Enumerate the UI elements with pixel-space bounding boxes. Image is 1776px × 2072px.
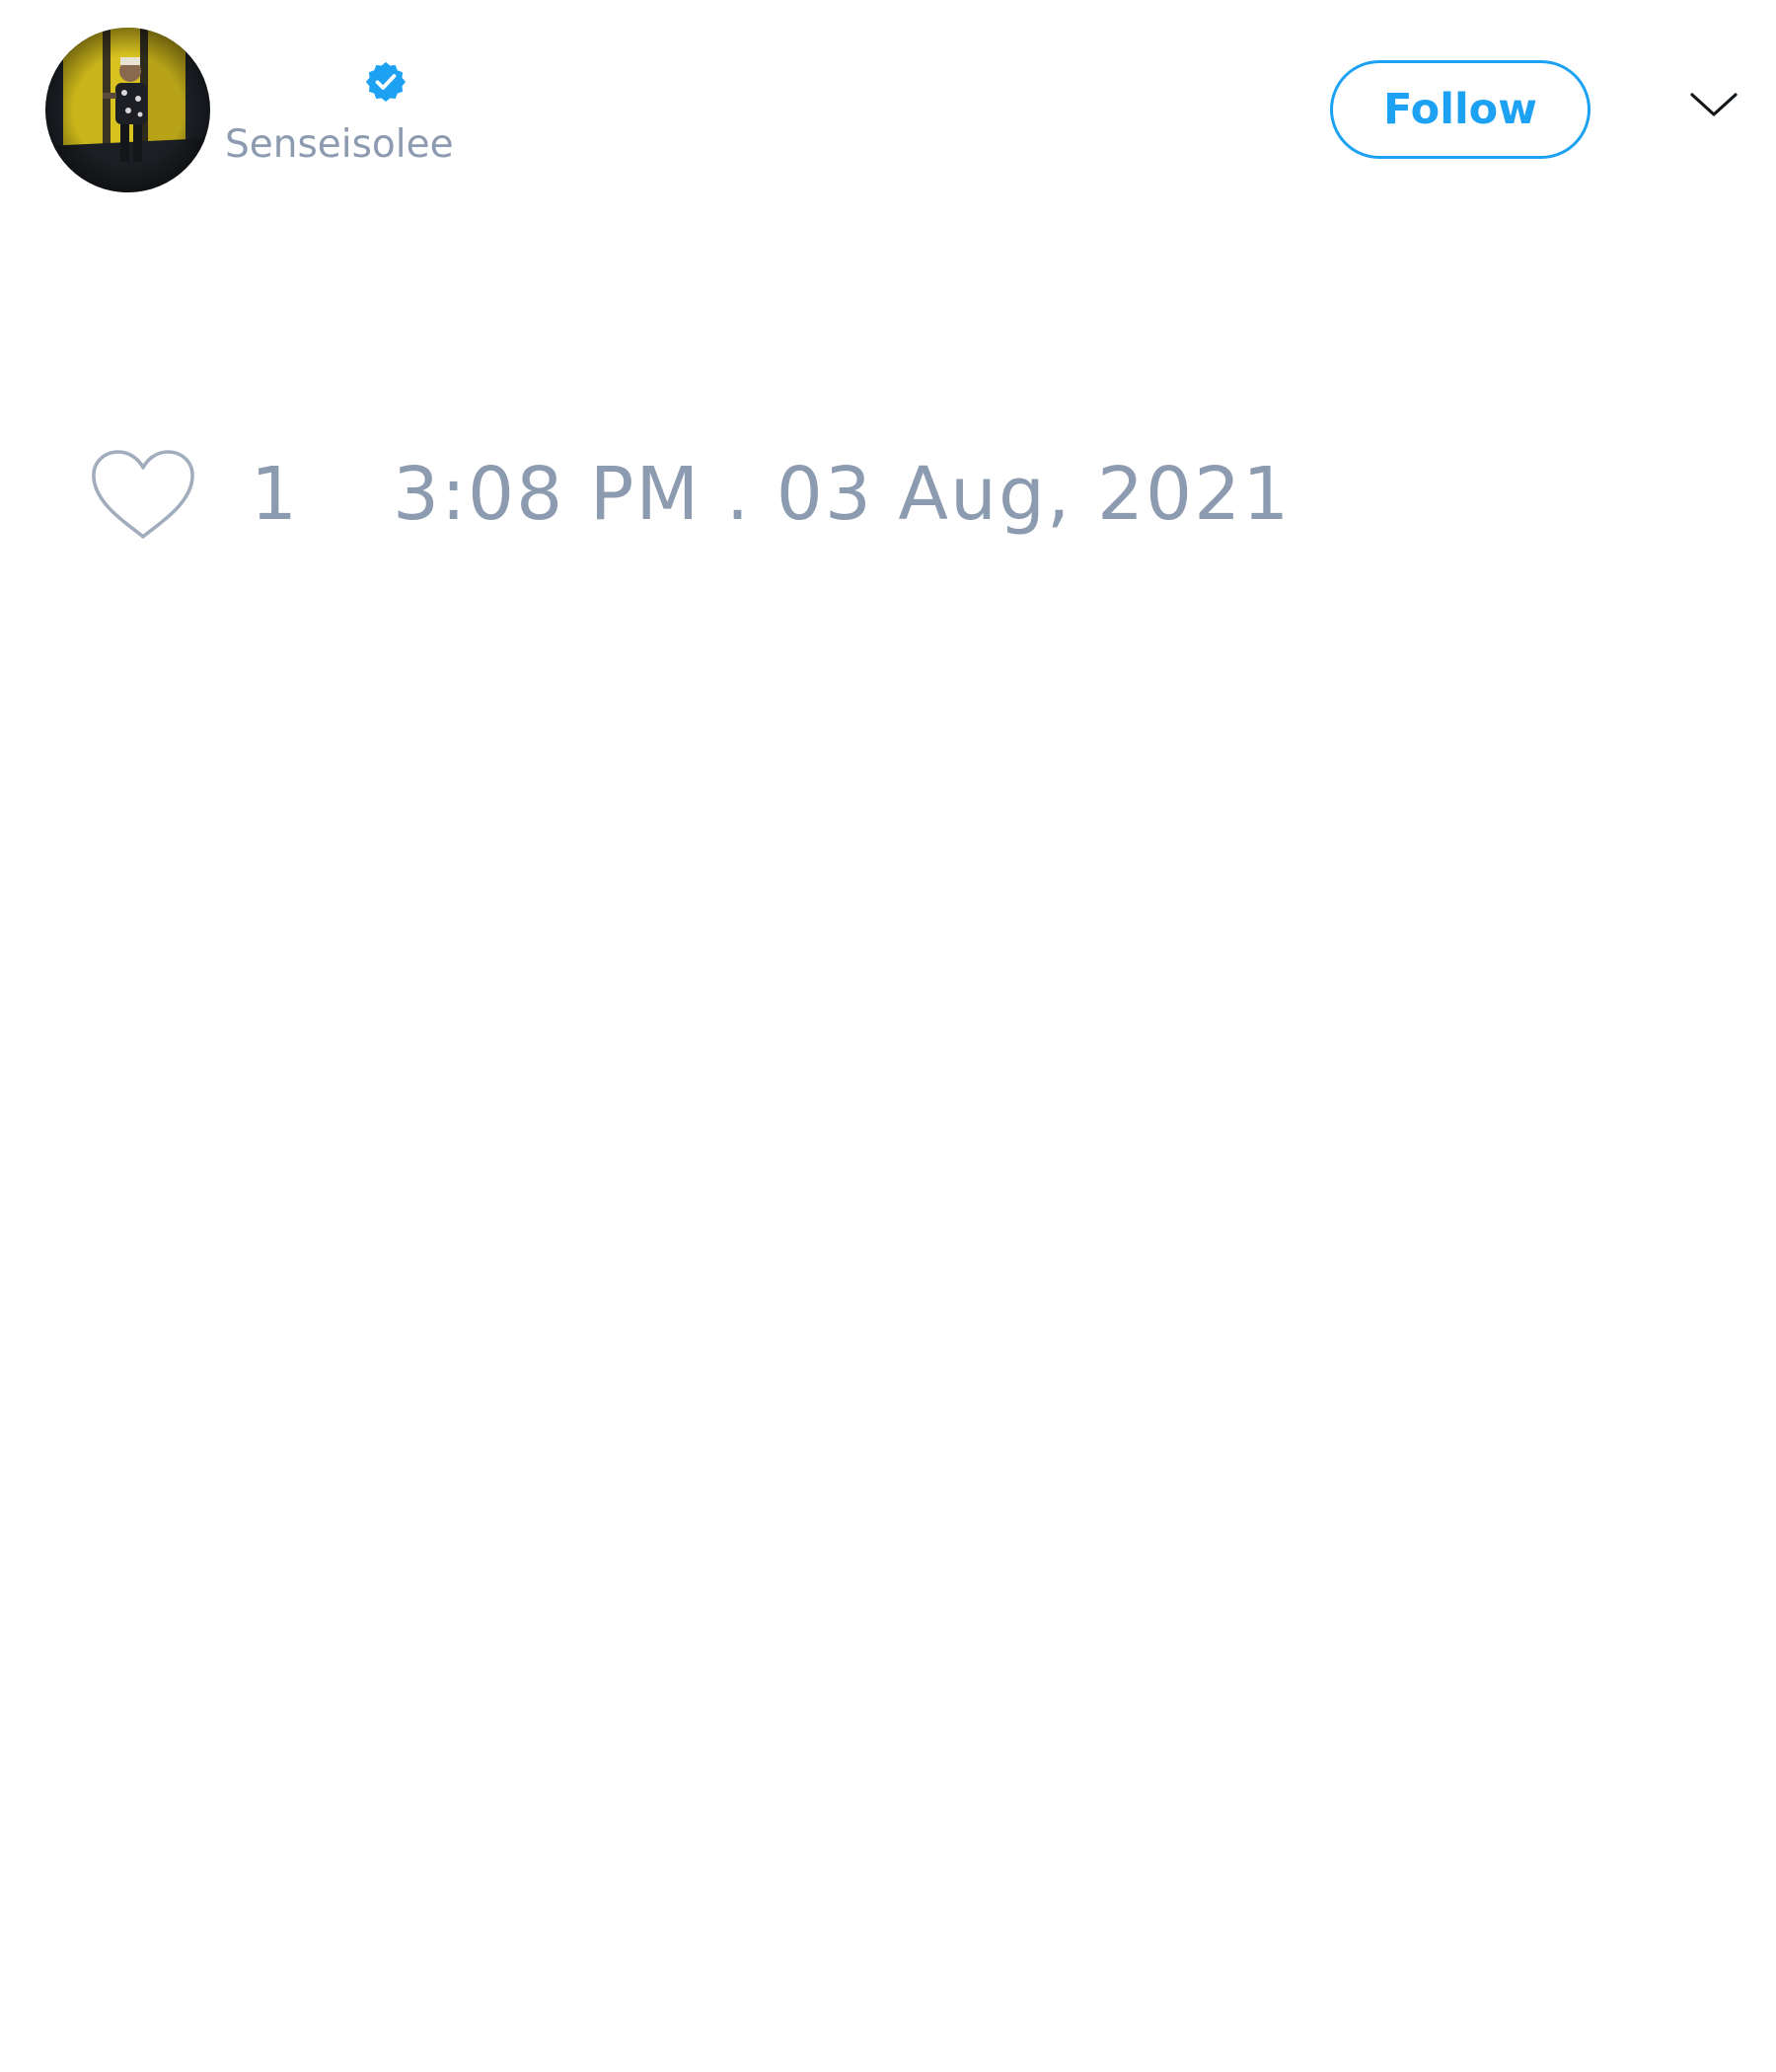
author-handle[interactable]: Senseisolee bbox=[225, 122, 454, 167]
avatar[interactable] bbox=[45, 28, 210, 192]
heart-outline-icon[interactable] bbox=[90, 448, 196, 543]
follow-button[interactable]: Follow bbox=[1330, 60, 1591, 159]
verified-badge-icon bbox=[365, 61, 407, 103]
tweet-timestamp[interactable]: 3:08 PM . 03 Aug, 2021 bbox=[393, 452, 1291, 537]
display-name-row bbox=[225, 55, 408, 109]
like-count: 1 bbox=[251, 452, 298, 537]
chevron-down-icon[interactable] bbox=[1689, 91, 1739, 120]
profile-photo bbox=[45, 28, 210, 192]
tweet-card: Senseisolee Follow 1 3:08 PM . 03 Aug, 2… bbox=[0, 0, 1776, 2072]
